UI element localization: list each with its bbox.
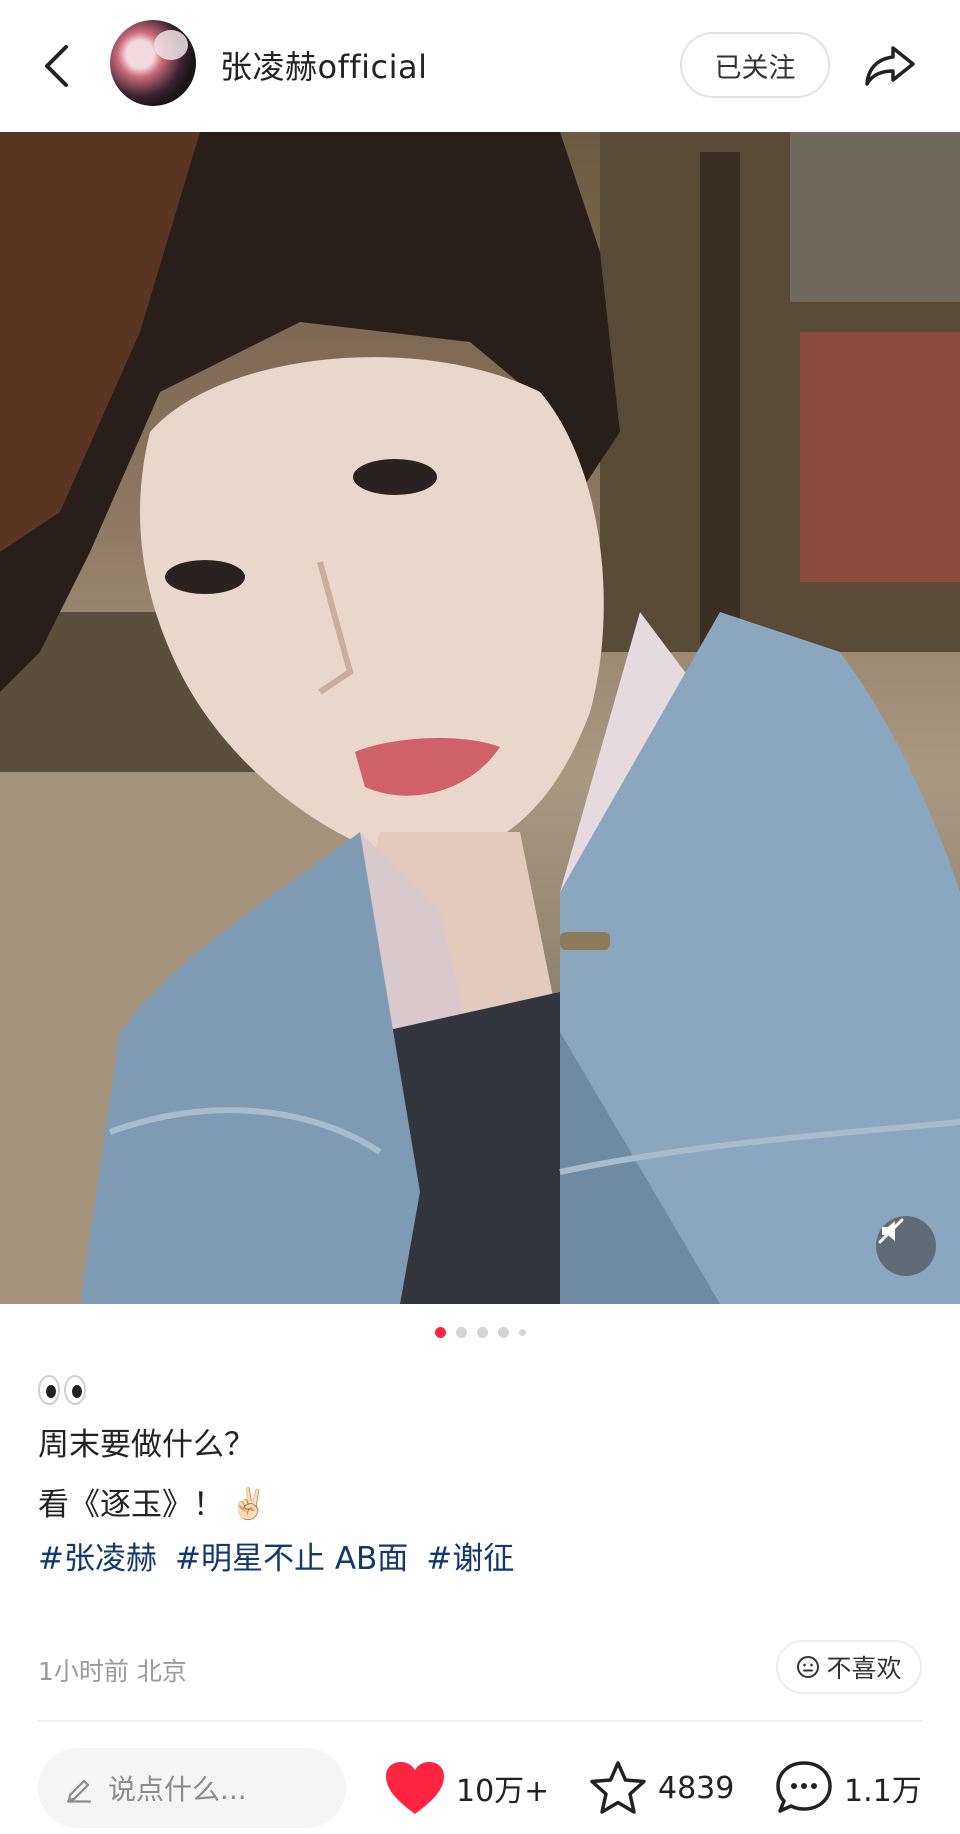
like-button[interactable]: 10万+	[384, 1758, 549, 1818]
share-button[interactable]	[860, 38, 920, 94]
follow-button[interactable]: 已关注	[680, 32, 830, 98]
carousel-dot	[476, 1326, 488, 1338]
eyes-emoji-icon	[38, 1368, 918, 1412]
comment-placeholder: 说点什么...	[108, 1773, 247, 1806]
neutral-face-icon	[797, 1656, 820, 1678]
like-count: 10万+	[456, 1774, 550, 1809]
post-photo[interactable]	[0, 132, 960, 1304]
comment-input[interactable]: 说点什么...	[38, 1748, 346, 1828]
caption-line-1: 周末要做什么？	[38, 1427, 255, 1463]
speaker-muted-icon	[878, 1218, 904, 1244]
back-button[interactable]	[36, 38, 76, 94]
caption-line-2: 看《逐玉》！ ✌🏻	[38, 1478, 918, 1532]
caption-line-2-text: 看《逐玉》！	[38, 1487, 224, 1523]
carousel-dot	[455, 1326, 467, 1338]
comment-button[interactable]: 1.1万	[774, 1758, 922, 1818]
heart-filled-icon	[386, 1762, 444, 1814]
dislike-label: 不喜欢	[826, 1654, 902, 1683]
hashtag-list: #张凌赫 #明星不止 AB面 #谢征	[38, 1532, 918, 1586]
post-time-location: 1小时前 北京	[38, 1657, 187, 1686]
favorite-button[interactable]: 4839	[588, 1758, 734, 1818]
portrait-illustration	[0, 132, 960, 1304]
avatar[interactable]	[110, 20, 196, 106]
mute-button[interactable]	[876, 1216, 936, 1276]
share-arrow-icon	[865, 46, 915, 86]
chevron-left-icon	[45, 45, 68, 87]
hashtag-link[interactable]: #明星不止 AB面	[175, 1532, 408, 1586]
carousel-dot	[497, 1326, 509, 1338]
carousel-dot	[518, 1328, 526, 1336]
peace-sign-emoji-icon: ✌🏻	[230, 1487, 268, 1522]
hashtag-link[interactable]: #张凌赫	[38, 1532, 157, 1586]
star-outline-icon	[590, 1761, 646, 1814]
pencil-icon	[66, 1779, 92, 1803]
carousel-dot-active	[434, 1326, 446, 1338]
divider	[38, 1720, 922, 1722]
post-caption: 周末要做什么？ 看《逐玉》！ ✌🏻 #张凌赫 #明星不止 AB面 #谢征	[38, 1368, 918, 1586]
comment-bubble-icon	[776, 1761, 832, 1813]
favorite-count: 4839	[658, 1770, 735, 1806]
carousel-indicator	[0, 1324, 960, 1340]
dislike-button[interactable]: 不喜欢	[776, 1640, 922, 1694]
post-header: 张凌赫official 已关注	[0, 0, 960, 132]
comment-count: 1.1万	[844, 1774, 922, 1809]
account-name[interactable]: 张凌赫official	[220, 42, 428, 88]
hashtag-link[interactable]: #谢征	[426, 1532, 514, 1586]
